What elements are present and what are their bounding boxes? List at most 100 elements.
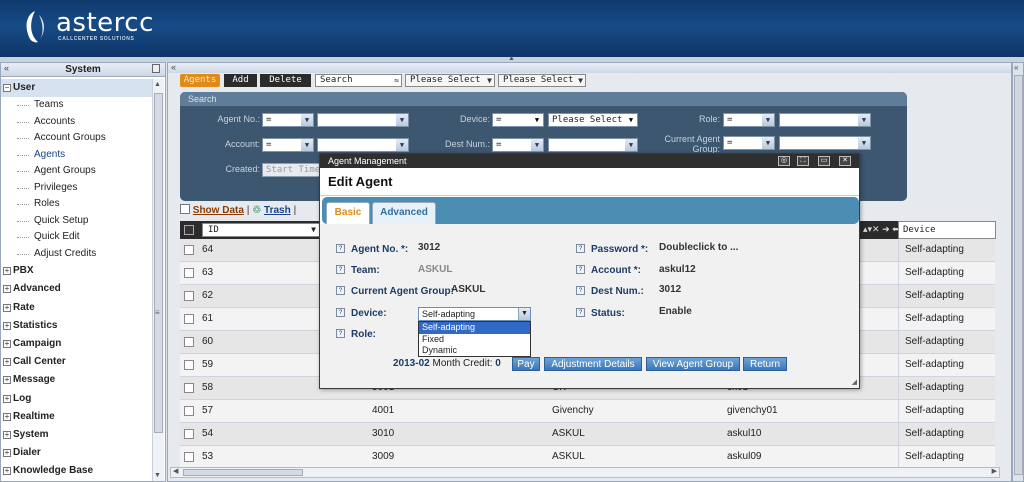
filter-select-1[interactable]: Please Select ▼ (405, 74, 495, 87)
view-agent-group-button[interactable]: View Agent Group (646, 357, 740, 371)
scroll-left-icon[interactable]: ◀ (173, 467, 178, 475)
scroll-down-icon[interactable]: ▼ (154, 472, 161, 479)
right-scrollbar[interactable] (1014, 75, 1023, 475)
role-operator[interactable]: = ▼ (723, 113, 775, 127)
tree-node-statistics[interactable]: + Statistics (1, 317, 153, 335)
tree-item-accounts[interactable]: Accounts (1, 114, 153, 131)
dest-num-value[interactable]: ▼ (548, 138, 638, 152)
dest-num-value[interactable]: 3012 (659, 284, 681, 295)
help-icon[interactable]: ? (576, 308, 585, 317)
delete-button[interactable]: Delete (260, 74, 311, 87)
table-row[interactable]: 54 3010 ASKUL askul10 Self-adapting (180, 423, 995, 446)
agent-no-operator[interactable]: = ▼ (262, 113, 314, 127)
cag-operator[interactable]: = ▼ (723, 136, 775, 150)
start-time-input[interactable]: Start Time (262, 163, 322, 177)
id-column-header[interactable]: ID ▼ (202, 223, 320, 237)
row-checkbox[interactable] (184, 406, 194, 416)
minimize-icon[interactable]: ▭ (818, 156, 830, 166)
select-all-checkbox[interactable] (184, 225, 194, 235)
grid-hscrollbar[interactable]: ◀ ▶ (170, 467, 1000, 478)
fullscreen-icon[interactable]: ⛶ (797, 156, 809, 166)
show-data-link[interactable]: Show Data (193, 205, 244, 216)
help-icon[interactable]: ? (336, 308, 345, 317)
restore-icon[interactable]: ◎ (778, 156, 790, 166)
tree-item-teams[interactable]: Teams (1, 97, 153, 114)
tree-node-log[interactable]: + Log (1, 390, 153, 408)
tree-node-campaign[interactable]: + Campaign (1, 335, 153, 353)
row-checkbox[interactable] (184, 360, 194, 370)
tab-advanced[interactable]: Advanced (372, 202, 436, 224)
tree-node-knowledge-base[interactable]: + Knowledge Base (1, 462, 153, 480)
tree-item-agent-groups[interactable]: Agent Groups (1, 163, 153, 180)
pin-icon[interactable] (152, 64, 160, 73)
dialog-titlebar[interactable]: Agent Management ◎ ⛶ ▭ ✕ (320, 154, 859, 168)
row-checkbox[interactable] (184, 383, 194, 393)
password-value[interactable]: Doubleclick to ... (659, 242, 738, 253)
agent-no-value[interactable]: 3012 (418, 242, 440, 253)
sidebar-scrollbar[interactable]: ▲ ▼ (152, 79, 164, 481)
tree-node-realtime[interactable]: + Realtime (1, 408, 153, 426)
account-operator[interactable]: = ▼ (262, 138, 314, 152)
status-value[interactable]: Enable (659, 306, 692, 317)
help-icon[interactable]: ? (336, 244, 345, 253)
tree-node-rate[interactable]: + Rate (1, 299, 153, 317)
tree-item-account-groups[interactable]: Account Groups (1, 130, 153, 147)
cag-value[interactable]: ▼ (779, 136, 871, 150)
trash-link[interactable]: Trash (264, 205, 291, 216)
table-row[interactable]: 57 4001 Givenchy givenchy01 Self-adapting (180, 400, 995, 423)
tab-agents[interactable]: Agents (180, 74, 220, 87)
row-checkbox[interactable] (184, 452, 194, 462)
device-option-dynamic[interactable]: Dynamic (419, 345, 530, 357)
close-icon[interactable]: ✕ (839, 156, 851, 166)
row-checkbox[interactable] (184, 337, 194, 347)
filter-select-2[interactable]: Please Select ▼ (498, 74, 586, 87)
tree-item-quick-edit[interactable]: Quick Edit (1, 229, 153, 246)
collapse-up-icon[interactable]: ▲ (508, 55, 515, 62)
help-icon[interactable]: ? (336, 329, 345, 338)
tree-node-user[interactable]: − User (1, 79, 153, 98)
account-value[interactable]: ▼ (317, 138, 409, 152)
help-icon[interactable]: ? (576, 265, 585, 274)
help-icon[interactable]: ? (336, 265, 345, 274)
tree-node-message[interactable]: + Message (1, 371, 153, 389)
table-row[interactable]: 53 3009 ASKUL askul09 Self-adapting (180, 446, 995, 469)
row-checkbox[interactable] (184, 291, 194, 301)
device-operator[interactable]: = ▼ (492, 113, 544, 127)
scroll-thumb[interactable] (183, 469, 303, 476)
device-option-fixed[interactable]: Fixed (419, 334, 530, 346)
row-checkbox[interactable] (184, 268, 194, 278)
help-icon[interactable]: ? (576, 244, 585, 253)
tree-item-quick-setup[interactable]: Quick Setup (1, 213, 153, 230)
scroll-right-icon[interactable]: ▶ (992, 467, 997, 475)
tree-node-system[interactable]: + System (1, 426, 153, 444)
help-icon[interactable]: ? (336, 286, 345, 295)
help-icon[interactable]: ? (576, 286, 585, 295)
tree-item-agents[interactable]: Agents (1, 147, 153, 164)
return-button[interactable]: Return (743, 357, 787, 371)
scroll-up-icon[interactable]: ▲ (154, 81, 161, 88)
tree-item-adjust-credits[interactable]: Adjust Credits (1, 246, 153, 263)
collapse-left-icon[interactable]: « (171, 62, 176, 72)
add-button[interactable]: Add (224, 74, 257, 87)
tree-node-pbx[interactable]: + PBX (1, 262, 153, 280)
device-value-select[interactable]: Please Select ▼ (548, 113, 638, 127)
expand-right-icon[interactable]: « (1014, 63, 1018, 72)
sort-controls-icon[interactable]: ▴▾✕ ➜ ⬅ (863, 224, 900, 235)
adjustment-details-button[interactable]: Adjustment Details (544, 357, 642, 371)
splitter-grip-icon[interactable]: ≡ (155, 308, 160, 317)
dest-num-operator[interactable]: = ▼ (492, 138, 544, 152)
tree-node-advanced[interactable]: + Advanced (1, 280, 153, 298)
tree-item-privileges[interactable]: Privileges (1, 180, 153, 197)
resize-grip-icon[interactable]: ◢ (852, 378, 857, 386)
tree-node-call-center[interactable]: + Call Center (1, 353, 153, 371)
tab-basic[interactable]: Basic (326, 202, 370, 224)
agent-no-value[interactable]: ▼ (317, 113, 409, 127)
scroll-thumb[interactable] (154, 93, 163, 433)
row-checkbox[interactable] (184, 314, 194, 324)
tree-item-roles[interactable]: Roles (1, 196, 153, 213)
device-option-self-adapting[interactable]: Self-adapting (419, 322, 530, 334)
role-value[interactable]: ▼ (779, 113, 871, 127)
tree-node-dialer[interactable]: + Dialer (1, 444, 153, 462)
device-column-header[interactable]: Device (898, 221, 996, 239)
row-checkbox[interactable] (184, 245, 194, 255)
